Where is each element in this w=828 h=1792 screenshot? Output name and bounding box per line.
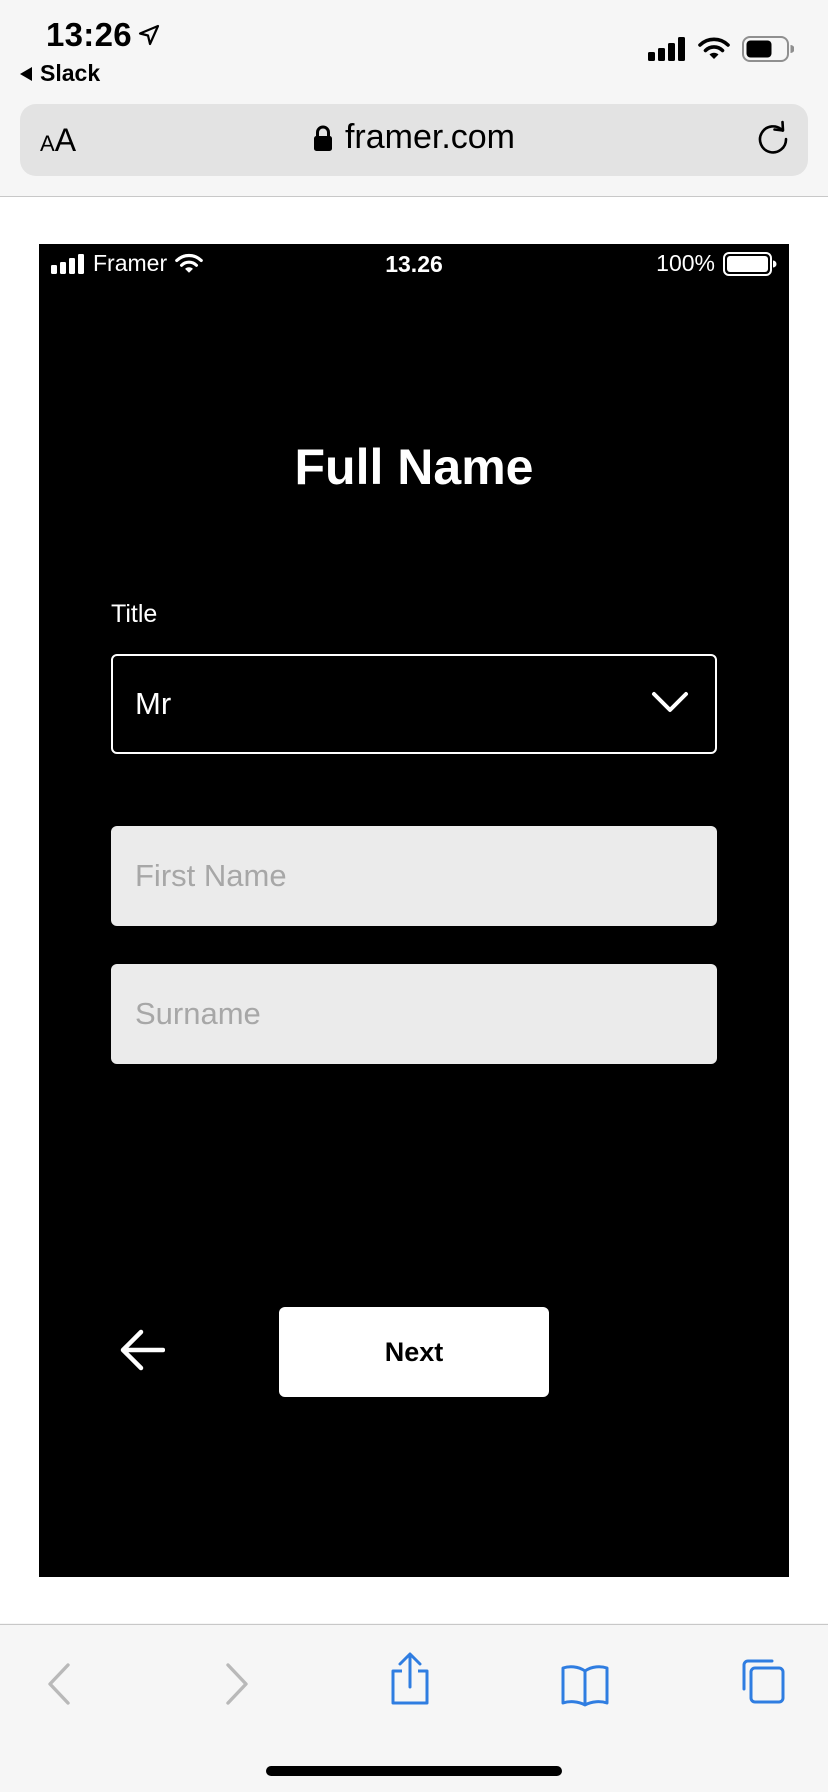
share-icon xyxy=(391,1652,429,1705)
tabs-button[interactable] xyxy=(738,1657,786,1710)
back-button[interactable] xyxy=(119,1328,166,1377)
location-arrow-icon xyxy=(138,24,160,46)
back-to-app-link[interactable]: Slack xyxy=(20,60,100,87)
first-name-input[interactable] xyxy=(111,826,717,926)
bookmarks-icon xyxy=(561,1665,609,1707)
tabs-icon xyxy=(742,1659,785,1704)
url-text: framer.com xyxy=(344,118,516,156)
ios-clock: 13:26 xyxy=(46,16,160,54)
reload-button[interactable] xyxy=(754,120,792,163)
ios-status-bar: 13:26 Slack xyxy=(0,0,828,96)
page-title: Full Name xyxy=(294,439,534,495)
title-selected-value: Mr xyxy=(135,686,172,721)
home-indicator[interactable] xyxy=(266,1766,562,1776)
browser-back-button[interactable] xyxy=(44,1661,74,1712)
chevron-left-icon xyxy=(48,1663,70,1705)
battery-percent: 100% xyxy=(656,250,715,276)
ios-status-indicators xyxy=(648,36,794,62)
bookmarks-button[interactable] xyxy=(560,1663,610,1712)
title-label: Title xyxy=(111,600,158,628)
reload-icon xyxy=(758,120,788,154)
prototype-status-bar: Framer 13.26 100% xyxy=(39,244,789,284)
address-bar[interactable]: AA framer.com xyxy=(20,104,808,176)
title-select[interactable]: Mr xyxy=(111,654,717,754)
battery-icon xyxy=(723,251,777,276)
surname-input[interactable] xyxy=(111,964,717,1064)
arrow-left-icon xyxy=(120,1329,166,1371)
url-display[interactable]: framer.com xyxy=(20,118,808,157)
chevron-down-icon xyxy=(652,692,688,712)
chevron-right-icon xyxy=(226,1663,248,1705)
wifi-icon xyxy=(698,37,730,59)
lock-icon xyxy=(313,125,332,151)
back-triangle-icon xyxy=(20,66,32,81)
back-app-label: Slack xyxy=(40,60,101,86)
cellular-signal-icon xyxy=(648,37,685,61)
battery-icon xyxy=(742,36,794,62)
browser-forward-button[interactable] xyxy=(222,1661,252,1712)
prototype-battery: 100% xyxy=(656,250,777,277)
share-button[interactable] xyxy=(388,1651,432,1712)
ios-time-text: 13:26 xyxy=(46,16,132,53)
prototype-screen: Framer 13.26 100% Full Name Title Mr Fir… xyxy=(39,244,789,1577)
next-button[interactable]: Next xyxy=(279,1307,549,1397)
